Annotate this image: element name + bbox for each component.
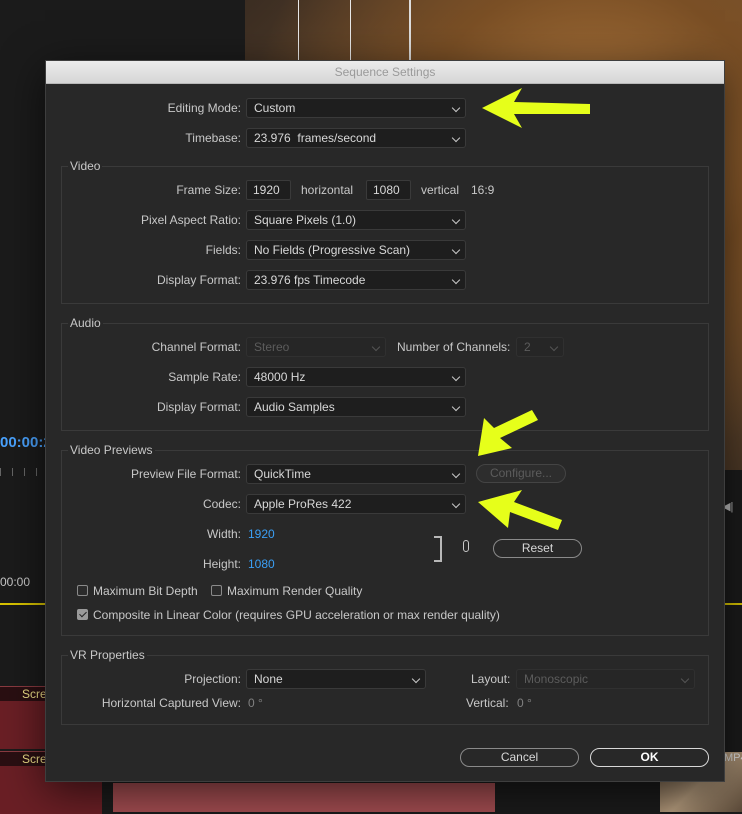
preview-height-value[interactable]: 1080 xyxy=(248,557,275,571)
preview-file-format-label: Preview File Format: xyxy=(130,467,241,481)
cancel-button[interactable]: Cancel xyxy=(460,748,579,767)
guide-line xyxy=(409,0,411,60)
video-group-title: Video xyxy=(68,159,103,173)
chevron-down-icon xyxy=(411,674,421,684)
vr-vertical-label: Vertical: xyxy=(466,696,509,710)
horizontal-label: horizontal xyxy=(301,183,354,197)
channel-format-select[interactable]: Stereo xyxy=(246,337,386,357)
frame-size-label: Frame Size: xyxy=(176,183,241,197)
horizontal-captured-view-value[interactable]: 0 ° xyxy=(248,696,263,710)
ok-button[interactable]: OK xyxy=(590,748,709,767)
guide-line xyxy=(298,0,299,60)
chevron-down-icon xyxy=(451,275,461,285)
vr-vertical-value[interactable]: 0 ° xyxy=(517,696,532,710)
timeline-clip[interactable] xyxy=(113,783,495,812)
max-bit-depth-label: Maximum Bit Depth xyxy=(93,584,198,598)
reset-button[interactable]: Reset xyxy=(493,539,582,558)
video-display-format-label: Display Format: xyxy=(156,273,241,287)
fields-select[interactable]: No Fields (Progressive Scan) xyxy=(246,240,466,260)
max-render-quality-label: Maximum Render Quality xyxy=(227,584,363,598)
projection-select[interactable]: None xyxy=(246,669,426,689)
clip-format-label: MP4 xyxy=(724,752,742,764)
chevron-down-icon xyxy=(680,674,690,684)
work-area-bar xyxy=(0,603,45,605)
max-render-quality-checkbox[interactable] xyxy=(211,585,222,596)
timebase-select[interactable]: 23.976 frames/second xyxy=(246,128,466,148)
pixel-aspect-select[interactable]: Square Pixels (1.0) xyxy=(246,210,466,230)
work-area-bar xyxy=(724,603,742,605)
audio-display-format-select[interactable]: Audio Samples xyxy=(246,397,466,417)
horizontal-captured-view-label: Horizontal Captured View: xyxy=(101,696,241,710)
audio-group-title: Audio xyxy=(68,316,103,330)
codec-label: Codec: xyxy=(202,497,241,511)
chevron-down-icon xyxy=(451,103,461,113)
timeline-ruler xyxy=(0,468,45,476)
layout-select[interactable]: Monoscopic xyxy=(516,669,695,689)
sample-rate-select[interactable]: 48000 Hz xyxy=(246,367,466,387)
sample-rate-label: Sample Rate: xyxy=(168,370,241,384)
link-bracket xyxy=(434,536,442,562)
clip-label: Scre xyxy=(0,752,51,766)
preview-width-value[interactable]: 1920 xyxy=(248,527,275,541)
editing-mode-label: Editing Mode: xyxy=(167,101,241,115)
chevron-down-icon xyxy=(371,342,381,352)
frame-height-input[interactable]: 1080 xyxy=(366,180,411,200)
vr-properties-title: VR Properties xyxy=(68,648,147,662)
video-previews-title: Video Previews xyxy=(68,443,155,457)
ruler-time-label: 00:00 xyxy=(0,575,31,589)
vr-properties-group xyxy=(61,655,709,725)
num-channels-select[interactable]: 2 xyxy=(516,337,564,357)
max-bit-depth-checkbox[interactable] xyxy=(77,585,88,596)
chevron-down-icon xyxy=(549,342,559,352)
num-channels-label: Number of Channels: xyxy=(397,340,511,354)
guide-line xyxy=(350,0,351,60)
dialog-title: Sequence Settings xyxy=(46,61,724,84)
preview-width-label: Width: xyxy=(206,527,241,541)
codec-select[interactable]: Apple ProRes 422 xyxy=(246,494,466,514)
chevron-down-icon xyxy=(451,372,461,382)
linear-color-label: Composite in Linear Color (requires GPU … xyxy=(93,608,500,622)
chevron-down-icon xyxy=(451,499,461,509)
channel-format-label: Channel Format: xyxy=(151,340,241,354)
projection-label: Projection: xyxy=(184,672,241,686)
sequence-settings-dialog: Sequence Settings Editing Mode: Custom T… xyxy=(45,60,725,782)
editing-mode-select[interactable]: Custom xyxy=(246,98,466,118)
aspect-ratio-text: 16:9 xyxy=(471,183,495,197)
timebase-label: Timebase: xyxy=(185,131,241,145)
configure-button[interactable]: Configure... xyxy=(476,464,566,483)
chevron-down-icon xyxy=(451,215,461,225)
clip-label: Scre xyxy=(0,687,51,701)
layout-label: Layout: xyxy=(471,672,511,686)
chevron-down-icon xyxy=(451,469,461,479)
pixel-aspect-label: Pixel Aspect Ratio: xyxy=(140,213,241,227)
fields-label: Fields: xyxy=(205,243,241,257)
chevron-down-icon xyxy=(451,402,461,412)
video-display-format-select[interactable]: 23.976 fps Timecode xyxy=(246,270,466,290)
chain-link-icon[interactable] xyxy=(463,540,469,552)
linear-color-checkbox[interactable] xyxy=(77,609,88,620)
preview-height-label: Height: xyxy=(202,557,241,571)
preview-file-format-select[interactable]: QuickTime xyxy=(246,464,466,484)
audio-display-format-label: Display Format: xyxy=(156,400,241,414)
chevron-down-icon xyxy=(451,133,461,143)
frame-width-input[interactable]: 1920 xyxy=(246,180,291,200)
chevron-down-icon xyxy=(451,245,461,255)
vertical-label: vertical xyxy=(421,183,460,197)
